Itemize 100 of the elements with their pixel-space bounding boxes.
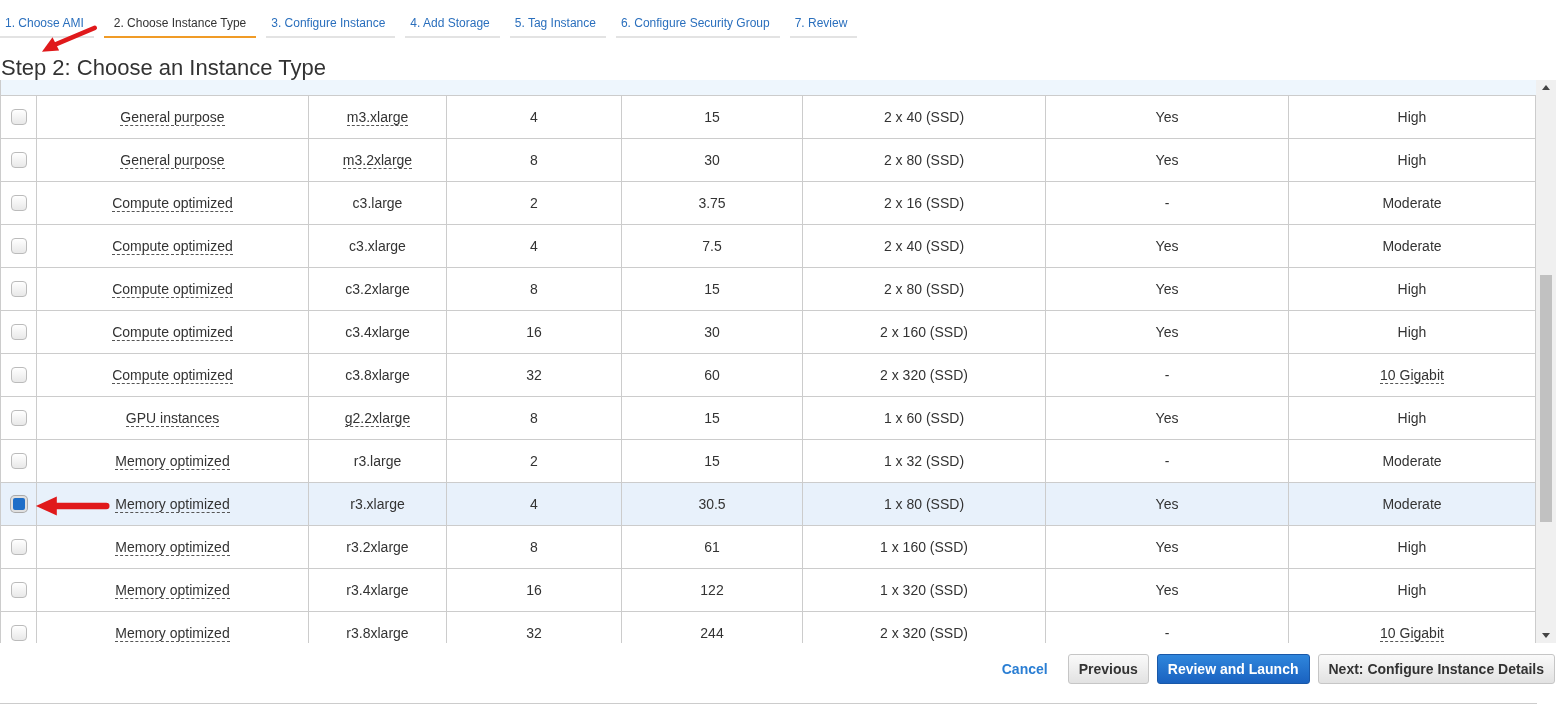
table-cell: Compute optimized xyxy=(112,237,233,255)
table-cell: 10 Gigabit xyxy=(1380,624,1444,642)
table-cell: 16 xyxy=(526,582,542,598)
table-cell: Moderate xyxy=(1382,238,1442,254)
table-cell: Yes xyxy=(1155,496,1179,512)
table-cell: m3.xlarge xyxy=(346,108,409,126)
table-cell: Memory optimized xyxy=(115,538,230,556)
table-cell: Yes xyxy=(1155,539,1179,555)
table-cell: r3.8xlarge xyxy=(346,625,409,641)
row-checkbox[interactable] xyxy=(10,152,27,168)
table-cell: 1 x 32 (SSD) xyxy=(883,453,965,469)
table-cell: c3.xlarge xyxy=(349,238,406,254)
row-checkbox[interactable] xyxy=(10,109,27,125)
table-cell: 30.5 xyxy=(698,496,726,512)
table-cell: 2 x 160 (SSD) xyxy=(880,324,968,340)
table-cell: 1 x 60 (SSD) xyxy=(883,410,965,426)
row-checkbox[interactable] xyxy=(10,539,27,555)
table-cell: 1 x 160 (SSD) xyxy=(880,539,968,555)
table-cell: Yes xyxy=(1155,152,1179,168)
table-cell: High xyxy=(1397,539,1427,555)
table-cell: 15 xyxy=(704,281,720,297)
table-cell: 15 xyxy=(704,410,720,426)
cancel-link[interactable]: Cancel xyxy=(995,660,1054,678)
row-checkbox[interactable] xyxy=(10,582,27,598)
table-cell: 2 x 320 (SSD) xyxy=(880,625,968,641)
table-cell: Yes xyxy=(1155,109,1179,125)
row-checkbox[interactable] xyxy=(10,625,27,641)
table-cell: r3.large xyxy=(353,453,402,469)
table-cell: 7.5 xyxy=(702,238,722,254)
table-cell: Compute optimized xyxy=(112,366,233,384)
next-button[interactable]: Next: Configure Instance Details xyxy=(1317,654,1555,684)
table-cell: Yes xyxy=(1155,582,1179,598)
table-cell: 4 xyxy=(530,496,538,512)
table-cell: General purpose xyxy=(120,108,225,126)
table-cell: 30 xyxy=(704,324,720,340)
table-cell: - xyxy=(1164,453,1170,469)
table-cell: - xyxy=(1164,367,1170,383)
row-checkbox[interactable] xyxy=(10,410,27,426)
previous-button[interactable]: Previous xyxy=(1067,654,1149,684)
table-cell: - xyxy=(1164,195,1170,211)
table-cell: High xyxy=(1397,152,1427,168)
table-cell: Memory optimized xyxy=(115,624,230,642)
table-cell: - xyxy=(1164,625,1170,641)
scrollbar[interactable] xyxy=(1536,80,1556,643)
table-cell: Memory optimized xyxy=(115,452,230,470)
table-cell: m3.2xlarge xyxy=(342,151,413,169)
page-title: Step 2: Choose an Instance Type xyxy=(1,56,326,80)
row-checkbox[interactable] xyxy=(10,195,27,211)
table-cell: r3.4xlarge xyxy=(346,582,409,598)
table-cell: Yes xyxy=(1155,410,1179,426)
table-cell: Moderate xyxy=(1382,496,1442,512)
table-cell: r3.xlarge xyxy=(350,496,405,512)
wizard-step-tab[interactable]: 4. Add Storage xyxy=(405,0,500,38)
scroll-up-icon[interactable] xyxy=(1542,85,1550,90)
wizard-step-tab[interactable]: 2. Choose Instance Type xyxy=(103,0,257,38)
table-cell: 60 xyxy=(704,367,720,383)
table-cell: 8 xyxy=(530,152,538,168)
table-cell: High xyxy=(1397,582,1427,598)
table-cell: 30 xyxy=(704,152,720,168)
row-checkbox[interactable] xyxy=(10,496,27,512)
table-cell: 15 xyxy=(704,453,720,469)
table-cell: 1 x 320 (SSD) xyxy=(880,582,968,598)
table-cell: 8 xyxy=(530,281,538,297)
table-cell: High xyxy=(1397,109,1427,125)
table-cell: 8 xyxy=(530,410,538,426)
table-cell: r3.2xlarge xyxy=(346,539,409,555)
table-cell: 1 x 80 (SSD) xyxy=(883,496,965,512)
table-cell: 4 xyxy=(530,238,538,254)
table-cell: 122 xyxy=(700,582,724,598)
review-and-launch-button[interactable]: Review and Launch xyxy=(1156,654,1310,684)
row-checkbox[interactable] xyxy=(10,281,27,297)
wizard-step-tab[interactable]: 7. Review xyxy=(789,0,858,38)
wizard-step-tab[interactable]: 6. Configure Security Group xyxy=(615,0,780,38)
table-cell: 2 xyxy=(530,453,538,469)
table-cell: Moderate xyxy=(1382,195,1442,211)
table-cell: 32 xyxy=(526,367,542,383)
table-cell: 2 x 80 (SSD) xyxy=(883,152,965,168)
row-checkbox[interactable] xyxy=(10,367,27,383)
scroll-down-icon[interactable] xyxy=(1542,633,1550,638)
table-cell: 16 xyxy=(526,324,542,340)
table-cell: 2 x 16 (SSD) xyxy=(883,195,965,211)
wizard-step-tab[interactable]: 5. Tag Instance xyxy=(509,0,606,38)
table-cell: Yes xyxy=(1155,324,1179,340)
table-cell: 8 xyxy=(530,539,538,555)
table-cell: 3.75 xyxy=(698,195,726,211)
row-checkbox[interactable] xyxy=(10,453,27,469)
scrollbar-thumb[interactable] xyxy=(1540,275,1552,522)
table-cell: Yes xyxy=(1155,238,1179,254)
wizard-step-tab[interactable]: 3. Configure Instance xyxy=(266,0,396,38)
row-checkbox[interactable] xyxy=(10,324,27,340)
table-cell: Memory optimized xyxy=(115,581,230,599)
table-cell: High xyxy=(1397,324,1427,340)
table-cell: High xyxy=(1397,281,1427,297)
wizard-step-tab[interactable]: 1. Choose AMI xyxy=(0,0,94,38)
table-cell: GPU instances xyxy=(125,409,220,427)
row-checkbox[interactable] xyxy=(10,238,27,254)
table-cell: 4 xyxy=(530,109,538,125)
table-cell: g2.2xlarge xyxy=(344,409,411,427)
table-cell: 32 xyxy=(526,625,542,641)
table-cell: 2 x 40 (SSD) xyxy=(883,109,965,125)
